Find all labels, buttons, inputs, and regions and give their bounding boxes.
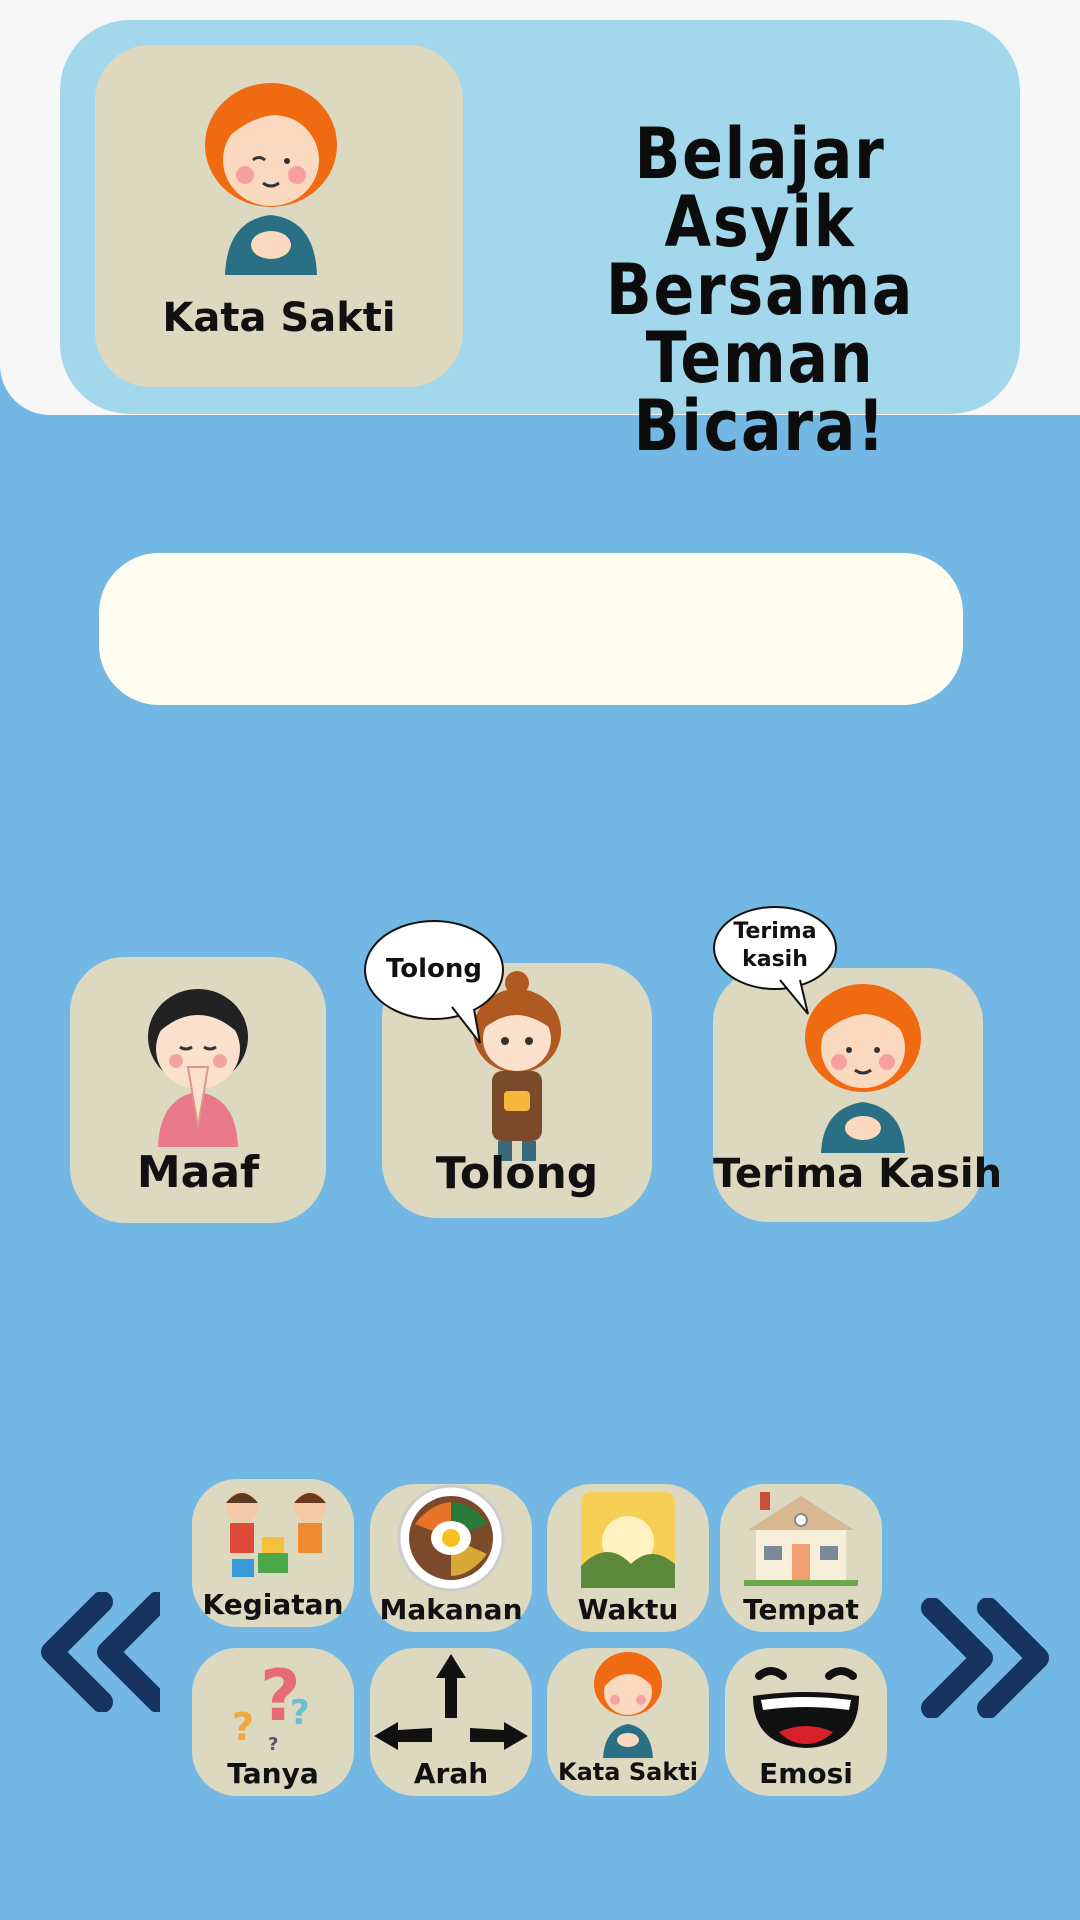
category-label: Makanan [379,1593,523,1626]
card-label: Terima Kasih [713,1151,1003,1197]
title-line: Teman Bicara! [633,317,887,467]
speech-bubble-terima-kasih: Terima kasih [713,906,837,990]
girl-thankful-icon [205,83,337,275]
category-label: Waktu [577,1593,679,1626]
title-line: Bersama [605,249,915,331]
sentence-strip[interactable] [99,553,963,705]
svg-text:?: ? [268,1734,278,1755]
category-tempat[interactable]: Tempat [720,1484,882,1632]
category-arah[interactable]: Arah [370,1648,532,1796]
double-chevron-left-icon[interactable] [30,1592,160,1712]
card-label: Tolong [435,1148,599,1199]
category-emosi[interactable]: Emosi [725,1648,887,1796]
category-label: Tempat [743,1593,859,1626]
svg-text:?: ? [290,1693,310,1733]
girl-thankful-icon [594,1652,662,1758]
direction-arrows-icon [374,1654,528,1750]
bubble-tail [451,1006,481,1044]
question-marks-icon: ? ? ? ? [232,1655,310,1755]
category-label: Kegiatan [202,1588,344,1621]
title-line: Belajar Asyik [634,113,886,263]
category-label: Tanya [227,1757,319,1790]
category-tanya[interactable]: ? ? ? ? Tanya [192,1648,354,1796]
bubble-text: Tolong [385,954,483,984]
kids-playing-icon [226,1491,326,1577]
card-maaf[interactable]: Maaf [70,957,326,1223]
girl-thankful-icon [805,984,921,1153]
category-makanan[interactable]: Makanan [370,1484,532,1632]
category-label: Emosi [759,1757,853,1790]
laughing-face-icon [753,1667,859,1748]
page-title: Belajar Asyik Bersama Teman Bicara! [562,113,958,467]
category-label: Kata Sakti [558,1758,698,1786]
food-plate-icon [397,1484,505,1592]
svg-text:?: ? [232,1705,254,1749]
bubble-text: Terima [733,919,817,944]
card-terima-kasih[interactable]: Terima Kasih [713,968,1003,1222]
category-label: Arah [413,1757,489,1790]
sunrise-icon [581,1492,675,1588]
category-kegiatan[interactable]: Kegiatan [192,1479,354,1627]
header-kata-sakti-tile[interactable]: Kata Sakti [95,45,463,387]
category-waktu[interactable]: Waktu [547,1484,709,1632]
card-label: Maaf [136,1147,260,1198]
double-chevron-right-icon[interactable] [920,1598,1050,1718]
header-tile-label: Kata Sakti [162,295,396,341]
bubble-tail [779,979,809,1015]
bubble-text: kasih [742,947,808,972]
category-kata-sakti[interactable]: Kata Sakti [547,1648,709,1796]
house-icon [744,1492,858,1586]
girl-apologizing-icon [148,989,248,1147]
